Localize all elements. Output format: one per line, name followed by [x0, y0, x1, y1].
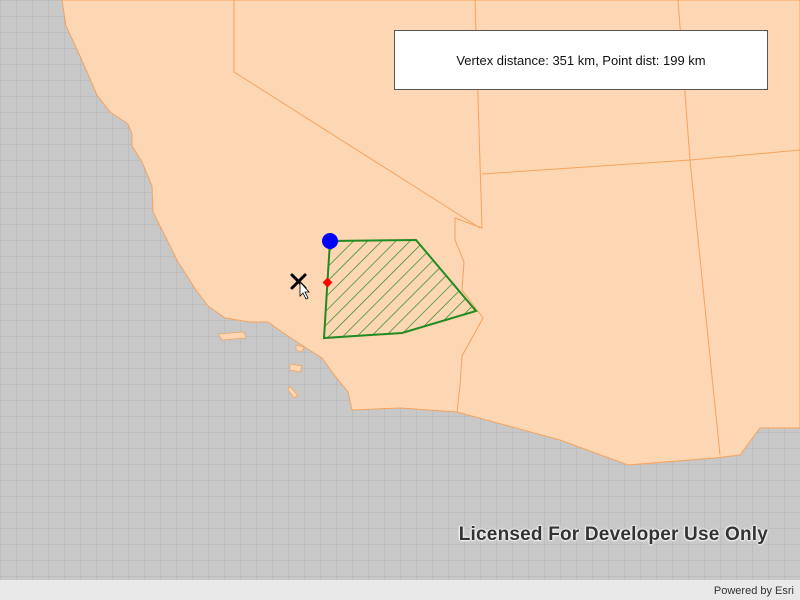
attribution-text[interactable]: Powered by Esri [714, 585, 794, 597]
license-watermark: Licensed For Developer Use Only [458, 524, 768, 545]
distance-info-box: Vertex distance: 351 km, Point dist: 199… [394, 30, 768, 90]
distance-info-text: Vertex distance: 351 km, Point dist: 199… [456, 52, 706, 68]
nearest-vertex-marker [322, 233, 338, 249]
map-view[interactable] [0, 0, 800, 600]
attribution-bar: Powered by Esri [0, 580, 800, 600]
